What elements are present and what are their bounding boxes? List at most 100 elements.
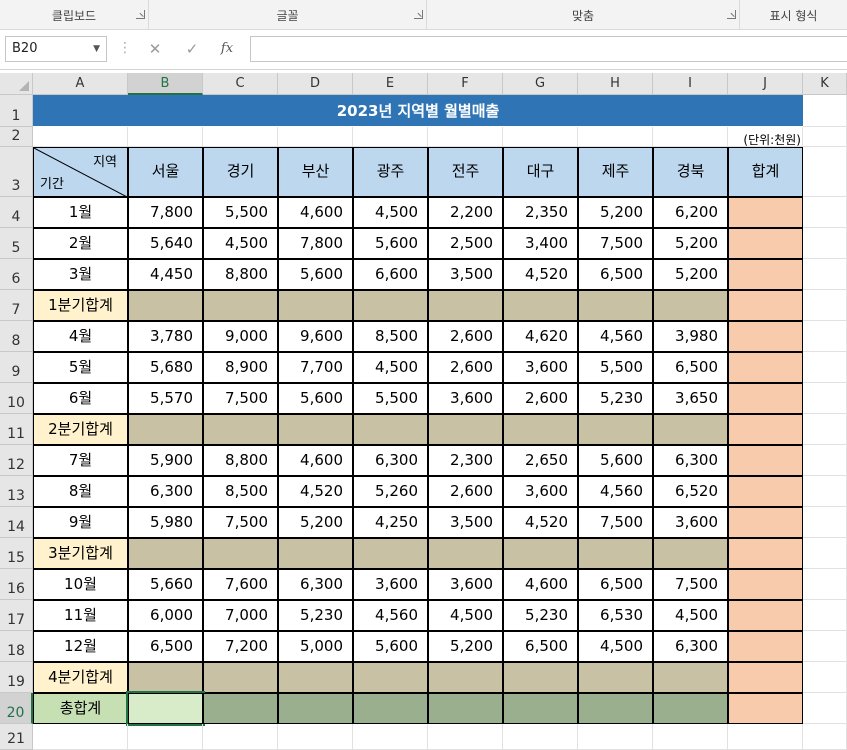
sales-value-cell[interactable]: 6,200 <box>653 197 728 228</box>
row-total-cell[interactable] <box>728 445 803 476</box>
row-header-16[interactable]: 16 <box>0 569 33 600</box>
sales-value-cell[interactable]: 8,500 <box>353 321 428 352</box>
sales-value-cell[interactable]: 6,600 <box>353 259 428 290</box>
cancel-icon[interactable]: ✕ <box>144 38 166 60</box>
column-header-e[interactable]: E <box>353 73 428 95</box>
subtotal-cell[interactable] <box>578 538 653 569</box>
subtotal-cell[interactable] <box>203 290 278 321</box>
subtotal-cell[interactable] <box>653 693 728 724</box>
grid-cell[interactable] <box>803 724 847 750</box>
row-total-cell[interactable] <box>728 383 803 414</box>
column-header-d[interactable]: D <box>278 73 353 95</box>
subtotal-cell[interactable] <box>278 693 353 724</box>
sales-value-cell[interactable]: 3,500 <box>428 259 503 290</box>
sales-value-cell[interactable]: 4,250 <box>353 507 428 538</box>
sales-value-cell[interactable]: 4,520 <box>503 259 578 290</box>
sales-value-cell[interactable]: 5,260 <box>353 476 428 507</box>
formula-input[interactable] <box>250 36 847 62</box>
sales-value-cell[interactable]: 3,600 <box>428 383 503 414</box>
quarter-total-label[interactable]: 3분기합계 <box>33 538 128 569</box>
grid-cell[interactable] <box>803 600 847 631</box>
row-header-11[interactable]: 11 <box>0 414 33 445</box>
sales-value-cell[interactable]: 7,500 <box>578 507 653 538</box>
subtotal-cell[interactable] <box>428 693 503 724</box>
subtotal-cell[interactable] <box>653 414 728 445</box>
row-header-8[interactable]: 8 <box>0 321 33 352</box>
grid-cell[interactable] <box>128 724 203 750</box>
sales-value-cell[interactable]: 4,560 <box>578 321 653 352</box>
sales-value-cell[interactable]: 5,600 <box>353 228 428 259</box>
sales-value-cell[interactable]: 5,980 <box>128 507 203 538</box>
grid-cell[interactable] <box>803 538 847 569</box>
sales-value-cell[interactable]: 7,500 <box>203 507 278 538</box>
grid-cell[interactable] <box>803 352 847 383</box>
sales-value-cell[interactable]: 4,500 <box>353 197 428 228</box>
region-header[interactable]: 대구 <box>503 147 578 197</box>
sales-value-cell[interactable]: 4,500 <box>578 631 653 662</box>
sales-value-cell[interactable]: 2,650 <box>503 445 578 476</box>
grid-cell[interactable] <box>803 631 847 662</box>
grid-cell[interactable] <box>803 569 847 600</box>
sales-value-cell[interactable]: 7,500 <box>578 228 653 259</box>
month-label[interactable]: 4월 <box>33 321 128 352</box>
dialog-launcher-icon[interactable] <box>136 10 145 19</box>
sales-value-cell[interactable]: 7,500 <box>203 383 278 414</box>
sales-value-cell[interactable]: 3,400 <box>503 228 578 259</box>
row-header-3[interactable]: 3 <box>0 147 33 197</box>
grid-cell[interactable] <box>803 476 847 507</box>
grid-cell[interactable] <box>728 724 803 750</box>
grid-cell[interactable] <box>278 127 353 147</box>
row-header-7[interactable]: 7 <box>0 290 33 321</box>
subtotal-cell[interactable] <box>503 662 578 693</box>
subtotal-cell[interactable] <box>278 538 353 569</box>
grand-total-label[interactable]: 총합계 <box>33 693 128 724</box>
subtotal-cell[interactable] <box>203 662 278 693</box>
sales-value-cell[interactable]: 5,000 <box>278 631 353 662</box>
row-total-cell[interactable] <box>728 569 803 600</box>
grid-cell[interactable] <box>353 724 428 750</box>
subtotal-cell[interactable] <box>428 414 503 445</box>
sales-value-cell[interactable]: 6,000 <box>128 600 203 631</box>
subtotal-cell[interactable] <box>503 290 578 321</box>
grid-cell[interactable] <box>803 127 847 147</box>
region-header[interactable]: 경북 <box>653 147 728 197</box>
sales-value-cell[interactable]: 6,500 <box>503 631 578 662</box>
sales-value-cell[interactable]: 4,500 <box>653 600 728 631</box>
grid-cell[interactable] <box>803 414 847 445</box>
sales-value-cell[interactable]: 5,680 <box>128 352 203 383</box>
row-total-cell[interactable] <box>728 197 803 228</box>
subtotal-cell[interactable] <box>653 662 728 693</box>
sales-value-cell[interactable]: 4,620 <box>503 321 578 352</box>
sales-value-cell[interactable]: 3,600 <box>653 507 728 538</box>
grid-cell[interactable] <box>503 127 578 147</box>
grid-cell[interactable] <box>653 724 728 750</box>
header-diagonal-cell[interactable]: 지역 기간 <box>33 147 128 197</box>
sales-value-cell[interactable]: 5,600 <box>278 259 353 290</box>
column-header-a[interactable]: A <box>33 73 128 95</box>
row-header-2[interactable]: 2 <box>0 127 33 147</box>
sales-value-cell[interactable]: 5,200 <box>578 197 653 228</box>
sales-value-cell[interactable]: 4,450 <box>128 259 203 290</box>
grid-cell[interactable] <box>578 127 653 147</box>
drag-handle-icon[interactable]: ⋮ <box>118 40 132 56</box>
row-header-5[interactable]: 5 <box>0 228 33 259</box>
quarter-total-label[interactable]: 4분기합계 <box>33 662 128 693</box>
sales-value-cell[interactable]: 5,500 <box>353 383 428 414</box>
subtotal-cell[interactable] <box>203 693 278 724</box>
sales-value-cell[interactable]: 6,500 <box>578 259 653 290</box>
row-total-cell[interactable] <box>728 631 803 662</box>
sales-value-cell[interactable]: 5,200 <box>428 631 503 662</box>
sales-value-cell[interactable]: 6,500 <box>128 631 203 662</box>
grid-cell[interactable] <box>803 147 847 197</box>
sales-value-cell[interactable]: 4,560 <box>353 600 428 631</box>
month-label[interactable]: 7월 <box>33 445 128 476</box>
subtotal-cell[interactable] <box>578 414 653 445</box>
sales-value-cell[interactable]: 5,640 <box>128 228 203 259</box>
subtotal-cell[interactable] <box>128 414 203 445</box>
sales-value-cell[interactable]: 5,600 <box>278 383 353 414</box>
row-total-cell[interactable] <box>728 259 803 290</box>
row-total-cell[interactable] <box>728 290 803 321</box>
sales-value-cell[interactable]: 8,800 <box>203 445 278 476</box>
dialog-launcher-icon[interactable] <box>727 10 736 19</box>
grid-cell[interactable] <box>803 290 847 321</box>
